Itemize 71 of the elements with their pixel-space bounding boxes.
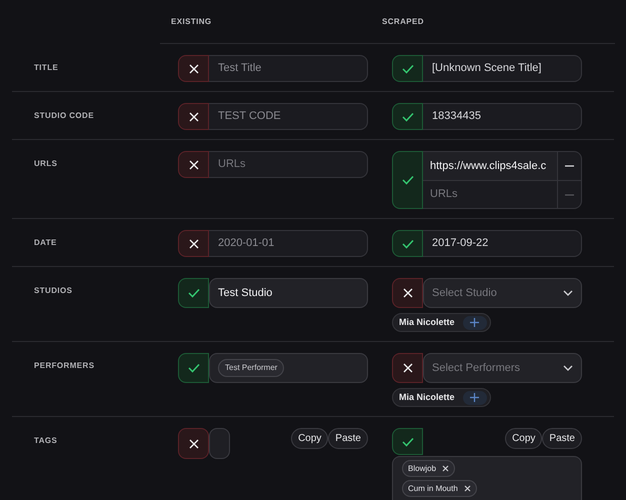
cross-toggle[interactable]	[178, 103, 209, 130]
tag-field[interactable]	[209, 428, 230, 459]
text-field[interactable]: URLs	[209, 151, 368, 178]
add-button[interactable]	[462, 390, 487, 404]
check-toggle[interactable]	[392, 151, 423, 209]
check-icon	[402, 175, 414, 185]
cross-toggle[interactable]	[392, 353, 423, 383]
field-label: TAGS	[33, 435, 58, 447]
check-toggle[interactable]	[392, 103, 423, 130]
close-icon	[188, 438, 198, 448]
check-toggle[interactable]	[178, 278, 209, 308]
select-field[interactable]: Select Studio	[423, 278, 582, 308]
paste-button[interactable]: Paste	[542, 428, 582, 449]
check-toggle[interactable]	[178, 353, 209, 383]
check-toggle[interactable]	[392, 55, 423, 82]
check-toggle[interactable]	[392, 428, 423, 455]
chip-label: Mia Nicolette	[399, 390, 455, 404]
field-label: PERFORMERS	[33, 360, 96, 372]
check-icon	[402, 112, 414, 122]
column-header: SCRAPED	[381, 16, 424, 28]
tag-field[interactable]: Blowjob Cum in Mouth	[392, 456, 582, 500]
copy-button[interactable]: Copy	[291, 428, 328, 449]
check-icon	[402, 238, 414, 248]
select-field[interactable]: Test Performer	[209, 353, 368, 383]
cross-toggle[interactable]	[178, 55, 209, 82]
performer-chip: Test Performer	[218, 359, 284, 377]
field-label: TITLE	[33, 62, 60, 74]
field-label: STUDIOS	[33, 285, 74, 297]
close-icon	[188, 112, 198, 122]
cross-toggle[interactable]	[178, 230, 209, 257]
field-label: URLS	[33, 158, 58, 170]
paste-button[interactable]: Paste	[328, 428, 368, 449]
tag-label: Cum in Mouth	[408, 482, 458, 494]
plus-icon	[470, 393, 480, 402]
minus-icon	[565, 194, 574, 196]
close-icon[interactable]	[464, 485, 471, 492]
column-header: EXISTING	[170, 16, 213, 28]
check-icon	[188, 288, 200, 298]
close-icon	[188, 160, 198, 170]
cross-toggle[interactable]	[178, 428, 209, 459]
close-icon[interactable]	[442, 465, 450, 472]
text-field[interactable]: 2020-01-01	[209, 230, 368, 257]
text-field[interactable]: TEST CODE	[209, 103, 368, 130]
check-toggle[interactable]	[392, 230, 423, 257]
field-label: DATE	[33, 237, 58, 249]
check-icon	[188, 363, 200, 373]
plus-icon	[470, 318, 480, 327]
text-field[interactable]: [Unknown Scene Title]	[423, 55, 582, 82]
text-field[interactable]: 18334435	[423, 103, 582, 130]
url-field[interactable]: URLs	[423, 181, 557, 208]
copy-button[interactable]: Copy	[505, 428, 542, 449]
tag-label: Blowjob	[408, 462, 436, 474]
chevron-down-icon	[563, 365, 573, 371]
chevron-down-icon	[563, 290, 573, 296]
text-field[interactable]: 2017-09-22	[423, 230, 582, 257]
close-icon	[188, 64, 198, 74]
minus-icon	[565, 165, 574, 167]
cross-toggle[interactable]	[392, 278, 423, 308]
close-icon	[402, 288, 412, 298]
close-icon	[188, 238, 198, 248]
close-icon	[402, 363, 412, 373]
url-field[interactable]: https://www.clips4sale.c	[423, 152, 557, 180]
check-icon	[402, 436, 414, 446]
text-field[interactable]: Test Title	[209, 55, 368, 82]
select-field[interactable]: Select Performers	[423, 353, 582, 383]
select-field[interactable]: Test Studio	[209, 278, 368, 308]
chip-label: Mia Nicolette	[399, 316, 455, 329]
cross-toggle[interactable]	[178, 151, 209, 178]
add-button[interactable]	[462, 316, 487, 330]
field-label: STUDIO CODE	[33, 110, 95, 122]
check-icon	[402, 64, 414, 74]
